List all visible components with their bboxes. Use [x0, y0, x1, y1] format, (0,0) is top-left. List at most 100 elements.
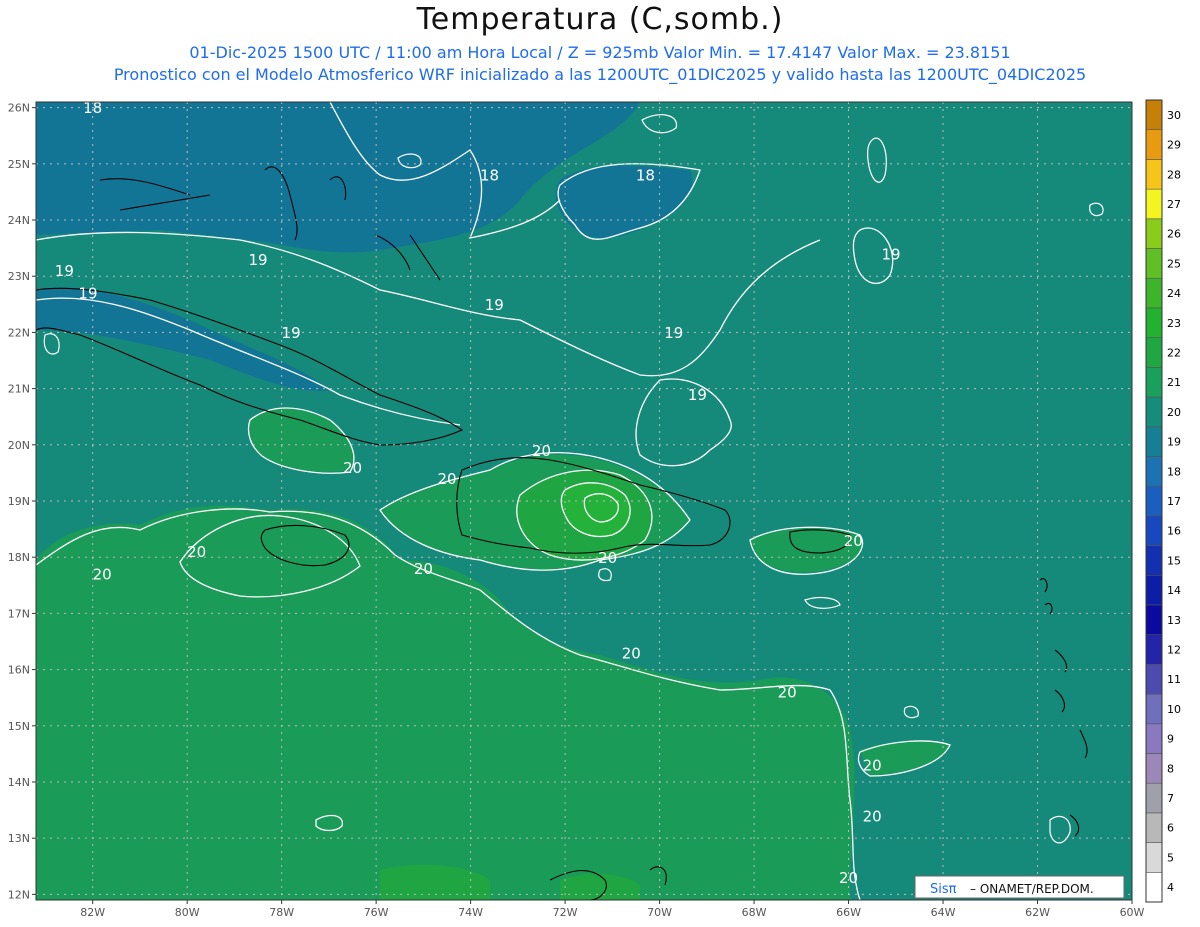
lat-tick-label: 12N [8, 888, 30, 901]
colorbar-label: 4 [1167, 881, 1174, 894]
lat-tick-label: 23N [8, 270, 30, 283]
colorbar-label: 9 [1167, 733, 1174, 746]
lon-tick-label: 82W [80, 906, 105, 919]
lat-tick-label: 24N [8, 214, 30, 227]
colorbar-label: 22 [1167, 346, 1181, 359]
contour-label: 20 [622, 644, 641, 662]
contour-label: 19 [78, 285, 97, 303]
colorbar-swatch [1145, 159, 1163, 190]
colorbar-label: 21 [1167, 376, 1181, 389]
colorbar-label: 8 [1167, 762, 1174, 775]
contour-label: 20 [863, 807, 882, 825]
colorbar-label: 18 [1167, 465, 1181, 478]
colorbar-swatch [1145, 574, 1163, 606]
lat-tick-label: 22N [8, 326, 30, 339]
contour-label: 18 [480, 167, 499, 185]
colorbar-swatch [1145, 188, 1163, 220]
lat-tick-label: 13N [8, 832, 30, 845]
lon-tick-label: 76W [364, 906, 389, 919]
lon-tick-label: 74W [458, 906, 483, 919]
colorbar-swatch [1145, 842, 1163, 873]
colorbar-label: 11 [1167, 673, 1181, 686]
colorbar-label: 23 [1167, 317, 1181, 330]
colorbar-swatch [1145, 871, 1163, 903]
colorbar-swatch [1145, 248, 1163, 279]
lat-tick-label: 20N [8, 439, 30, 452]
colorbar-swatch [1145, 782, 1163, 814]
lon-tick-label: 60W [1120, 906, 1145, 919]
colorbar-swatch [1145, 634, 1163, 665]
colorbar-swatch [1145, 515, 1163, 546]
lon-tick-label: 80W [175, 906, 200, 919]
lon-tick-label: 72W [553, 906, 578, 919]
colorbar-swatch [1145, 396, 1163, 428]
contour-label: 20 [187, 543, 206, 561]
lat-tick-label: 15N [8, 720, 30, 733]
contour-label: 19 [55, 262, 74, 280]
contour-label: 20 [778, 684, 797, 702]
lat-tick-label: 25N [8, 158, 30, 171]
lat-tick-label: 21N [8, 383, 30, 396]
temperature-map: 1818 181919191919 1919192020202020 20202020… [8, 99, 1181, 919]
contour-label: 19 [882, 245, 901, 263]
contour-label: 19 [485, 296, 504, 314]
colorbar-label: 17 [1167, 495, 1181, 508]
colorbar-label: 13 [1167, 614, 1181, 627]
lon-tick-label: 78W [269, 906, 294, 919]
contour-label: 20 [93, 566, 112, 584]
lat-tick-label: 14N [8, 776, 30, 789]
colorbar-label: 6 [1167, 822, 1174, 835]
colorbar-swatch [1145, 99, 1163, 131]
lat-tick-label: 18N [8, 551, 30, 564]
colorbar-swatch [1145, 307, 1163, 338]
lon-tick-label: 66W [836, 906, 861, 919]
colorbar-swatch [1145, 129, 1163, 160]
colorbar-swatch [1145, 693, 1163, 725]
contour-label: 20 [598, 549, 617, 567]
contour-label: 20 [532, 442, 551, 460]
contour-label: 20 [414, 560, 433, 578]
colorbar-swatch [1145, 277, 1163, 309]
credit-box: Sisπ – ONAMET/REP.DOM. [914, 875, 1125, 899]
contour-label: 19 [248, 251, 267, 269]
colorbar-swatch [1145, 485, 1163, 517]
colorbar-label: 12 [1167, 644, 1181, 657]
colorbar-label: 19 [1167, 436, 1181, 449]
colorbar-label: 16 [1167, 525, 1181, 538]
colorbar-swatch [1145, 426, 1163, 457]
colorbar-label: 24 [1167, 287, 1181, 300]
contour-label: 20 [839, 869, 858, 887]
colorbar-swatch [1145, 218, 1163, 249]
colorbar-label: 28 [1167, 168, 1181, 181]
colorbar-label: 14 [1167, 584, 1181, 597]
colorbar-swatch [1145, 545, 1163, 576]
colorbar-swatch [1145, 753, 1163, 784]
colorbar-label: 10 [1167, 703, 1181, 716]
colorbar-label: 15 [1167, 554, 1181, 567]
colorbar-label: 30 [1167, 109, 1181, 122]
colorbar-swatch [1145, 812, 1163, 843]
lat-tick-label: 16N [8, 664, 30, 677]
colorbar-label: 25 [1167, 257, 1181, 270]
colorbar-label: 5 [1167, 851, 1174, 864]
colorbar-label: 29 [1167, 139, 1181, 152]
lon-tick-label: 68W [742, 906, 767, 919]
colorbar-label: 7 [1167, 792, 1174, 805]
contour-label: 19 [282, 324, 301, 342]
contour-label: 20 [437, 470, 456, 488]
colorbar-swatch [1145, 723, 1163, 754]
colorbar: 4 5 6 7 8 9 10 11 12 13 14 15 16 17 18 19 20 21 22 23 24 25 26… [1145, 99, 1181, 903]
colorbar-swatch [1145, 337, 1163, 368]
contour-label: 19 [688, 386, 707, 404]
contour-label: 20 [844, 532, 863, 550]
colorbar-label: 27 [1167, 198, 1181, 211]
colorbar-label: 26 [1167, 228, 1181, 241]
lon-tick-label: 70W [647, 906, 672, 919]
latitude-axis: 26N 25N 24N 23N 22N 21N 20N 19N 18N 17N 16N 15N 14N 1… [8, 102, 36, 901]
credit-brand: Sisπ [930, 882, 957, 897]
lat-tick-label: 19N [8, 495, 30, 508]
lat-tick-label: 17N [8, 607, 30, 620]
colorbar-swatch [1145, 664, 1163, 695]
contour-label: 20 [343, 459, 362, 477]
lat-tick-label: 26N [8, 102, 30, 115]
